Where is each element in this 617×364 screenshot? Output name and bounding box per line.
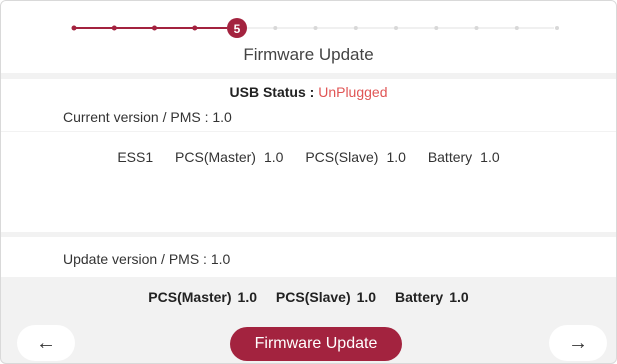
- current-pcs-master-name: PCS(Master): [175, 149, 256, 165]
- update-version-label: Update version / PMS : 1.0: [63, 251, 231, 267]
- usb-status-value: UnPlugged: [318, 84, 388, 100]
- current-version-label: Current version / PMS : 1.0: [63, 109, 232, 125]
- current-battery-version: 1.0: [480, 149, 500, 165]
- step-dot: [152, 25, 157, 31]
- footer-bar: ← Firmware Update →: [1, 319, 616, 363]
- update-pcs-master-name: PCS(Master): [148, 289, 232, 305]
- current-versions-row: ESS1 PCS(Master) 1.0 PCS(Slave) 1.0 Batter…: [1, 149, 616, 165]
- current-pcs-slave-version: 1.0: [386, 149, 406, 165]
- step-dot: [71, 25, 77, 31]
- update-pcs-slave-name: PCS(Slave): [275, 289, 351, 305]
- update-versions-row: PCS(Master) 1.0 PCS(Slave) 1.0 Battery 1.0: [1, 289, 616, 305]
- current-versions-panel: [1, 132, 616, 232]
- back-button[interactable]: ←: [17, 325, 75, 361]
- usb-status-label: USB Status :: [229, 84, 319, 100]
- usb-status-panel: USB Status : UnPlugged Current version /…: [1, 79, 616, 131]
- step-dot: [514, 26, 519, 30]
- usb-status: USB Status : UnPlugged: [1, 84, 616, 100]
- firmware-update-button[interactable]: Firmware Update: [230, 327, 402, 361]
- step-dot: [394, 26, 398, 30]
- current-step-number: 5: [234, 22, 241, 36]
- step-dot: [273, 26, 278, 30]
- step-progress: 5: [71, 18, 559, 38]
- current-pcs-slave-name: PCS(Slave): [305, 149, 379, 165]
- update-battery-name: Battery: [394, 289, 444, 305]
- header: 5 Firmware Update: [1, 1, 616, 73]
- arrow-right-icon: →: [568, 331, 588, 354]
- step-dot: [474, 26, 479, 30]
- update-version-panel: Update version / PMS : 1.0: [1, 237, 616, 277]
- update-pcs-slave-version: 1.0: [356, 289, 377, 305]
- step-dot: [434, 26, 439, 30]
- update-battery-version: 1.0: [449, 289, 469, 305]
- update-pcs-master-version: 1.0: [237, 289, 258, 305]
- page-title: Firmware Update: [243, 45, 374, 64]
- step-dot: [555, 26, 559, 30]
- step-dot: [111, 25, 117, 31]
- step-dot: [313, 26, 318, 30]
- next-button[interactable]: →: [549, 325, 607, 361]
- step-dot: [192, 25, 198, 31]
- ess-name: ESS1: [117, 149, 154, 165]
- current-pcs-master-version: 1.0: [263, 149, 284, 165]
- step-dot: [353, 26, 358, 30]
- firmware-update-screen: 5 Firmware Update USB Status : UnPlugged…: [0, 0, 617, 364]
- arrow-left-icon: ←: [36, 331, 56, 354]
- current-battery-name: Battery: [427, 149, 473, 165]
